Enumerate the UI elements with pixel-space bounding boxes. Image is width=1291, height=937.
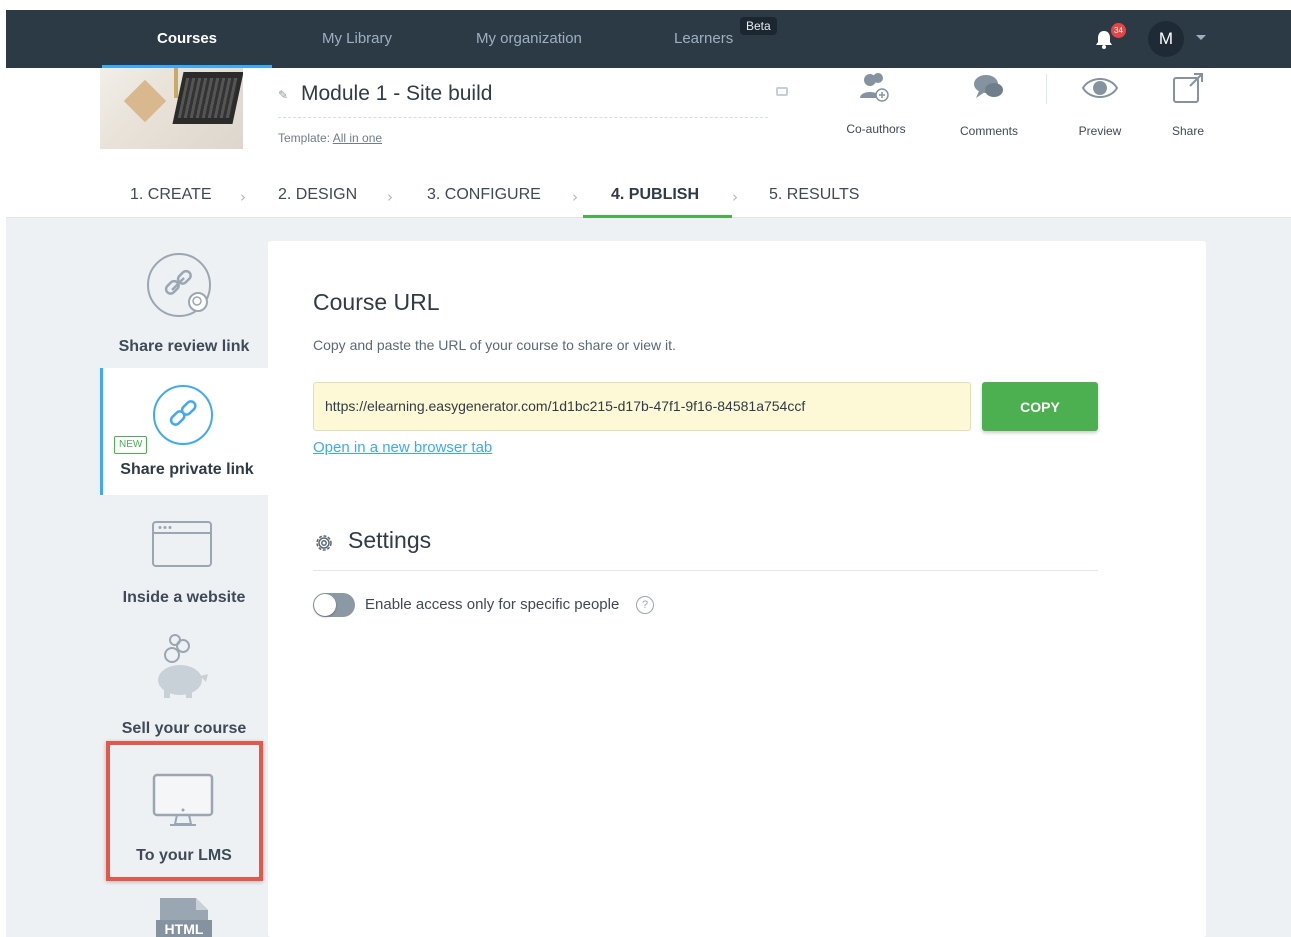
- course-title[interactable]: Module 1 - Site build: [301, 82, 492, 106]
- open-new-tab-link[interactable]: Open in a new browser tab: [313, 439, 492, 456]
- share-button[interactable]: Share: [1153, 68, 1223, 138]
- access-toggle[interactable]: [313, 593, 355, 617]
- nav-my-organization[interactable]: My organization: [476, 10, 582, 68]
- help-icon[interactable]: ?: [636, 596, 654, 614]
- link-icon: [153, 385, 213, 445]
- pencil-icon[interactable]: ✎: [278, 88, 288, 102]
- comments-button[interactable]: Comments: [949, 68, 1029, 138]
- template-label: Template: All in one: [278, 131, 382, 145]
- html-icon-text: HTML: [165, 921, 204, 937]
- notification-count-badge: 34: [1111, 23, 1126, 38]
- co-authors-icon: [860, 73, 889, 102]
- beta-badge: Beta: [740, 17, 777, 35]
- chevron-down-icon[interactable]: [1196, 35, 1206, 40]
- template-link[interactable]: All in one: [333, 131, 382, 145]
- comments-icon: [974, 75, 1003, 98]
- nav-courses[interactable]: Courses: [157, 10, 217, 68]
- sidebar-item-html[interactable]: HTML: [100, 876, 268, 937]
- app-window: Courses My Library My organization Learn…: [6, 10, 1291, 937]
- access-toggle-label: Enable access only for specific people: [365, 596, 620, 613]
- co-authors-label: Co-authors: [846, 122, 906, 136]
- toggle-knob: [314, 594, 336, 616]
- nav-learners[interactable]: Learners: [674, 10, 733, 68]
- comment-note-icon[interactable]: [776, 87, 788, 96]
- copy-button[interactable]: COPY: [982, 382, 1098, 431]
- review-link-icon: [147, 253, 211, 317]
- tab-design[interactable]: 2. DESIGN: [278, 186, 357, 204]
- title-divider: [278, 117, 768, 118]
- sidebar-item-review-link[interactable]: Share review link: [100, 242, 268, 369]
- avatar[interactable]: M: [1148, 21, 1184, 57]
- co-authors-button[interactable]: Co-authors: [836, 68, 916, 136]
- top-nav: Courses My Library My organization Learn…: [6, 10, 1291, 68]
- sidebar-item-sell[interactable]: Sell your course: [100, 622, 268, 749]
- sidebar-item-label: Share private link: [120, 461, 254, 478]
- new-badge: NEW: [114, 436, 148, 454]
- tab-results[interactable]: 5. RESULTS: [769, 186, 859, 204]
- sidebar-item-label: Sell your course: [121, 720, 247, 737]
- comments-label: Comments: [959, 124, 1018, 138]
- template-prefix: Template:: [278, 131, 333, 145]
- chevron-right-icon: ›: [732, 188, 738, 206]
- course-url-field[interactable]: https://elearning.easygenerator.com/1d1b…: [313, 382, 971, 431]
- nav-my-library[interactable]: My Library: [322, 10, 392, 68]
- step-tabs: 1. CREATE › 2. DESIGN › 3. CONFIGURE › 4…: [6, 180, 1291, 218]
- chevron-right-icon: ›: [572, 188, 578, 206]
- course-thumbnail[interactable]: [100, 68, 243, 149]
- course-url-description: Copy and paste the URL of your course to…: [313, 337, 676, 353]
- chevron-right-icon: ›: [240, 188, 246, 206]
- browser-window-icon: [152, 521, 212, 567]
- sidebar-item-label: Inside a website: [122, 589, 246, 606]
- preview-button[interactable]: Preview: [1060, 68, 1140, 138]
- share-icon: [1173, 73, 1203, 103]
- settings-heading: Settings: [348, 527, 432, 553]
- tab-configure[interactable]: 3. CONFIGURE: [427, 186, 541, 204]
- sidebar-item-website[interactable]: Inside a website: [100, 495, 268, 622]
- chevron-right-icon: ›: [387, 188, 393, 206]
- tab-create[interactable]: 1. CREATE: [130, 186, 212, 204]
- piggy-bank-icon: [158, 634, 208, 698]
- lms-highlight-box: [106, 741, 263, 881]
- course-url-heading: Course URL: [313, 289, 440, 315]
- sidebar-item-label: Share review link: [118, 338, 250, 355]
- preview-label: Preview: [1078, 124, 1122, 138]
- sidebar-item-private-link[interactable]: Share private link: [100, 368, 268, 495]
- eye-icon: [1081, 78, 1119, 98]
- course-url-panel: Course URL Copy and paste the URL of you…: [268, 241, 1206, 937]
- share-label: Share: [1171, 124, 1205, 138]
- gear-icon: [316, 535, 332, 551]
- header-divider: [1046, 74, 1047, 104]
- tab-publish[interactable]: 4. PUBLISH: [611, 186, 699, 204]
- settings-divider: [313, 570, 1098, 571]
- html-file-icon: HTML: [156, 898, 212, 937]
